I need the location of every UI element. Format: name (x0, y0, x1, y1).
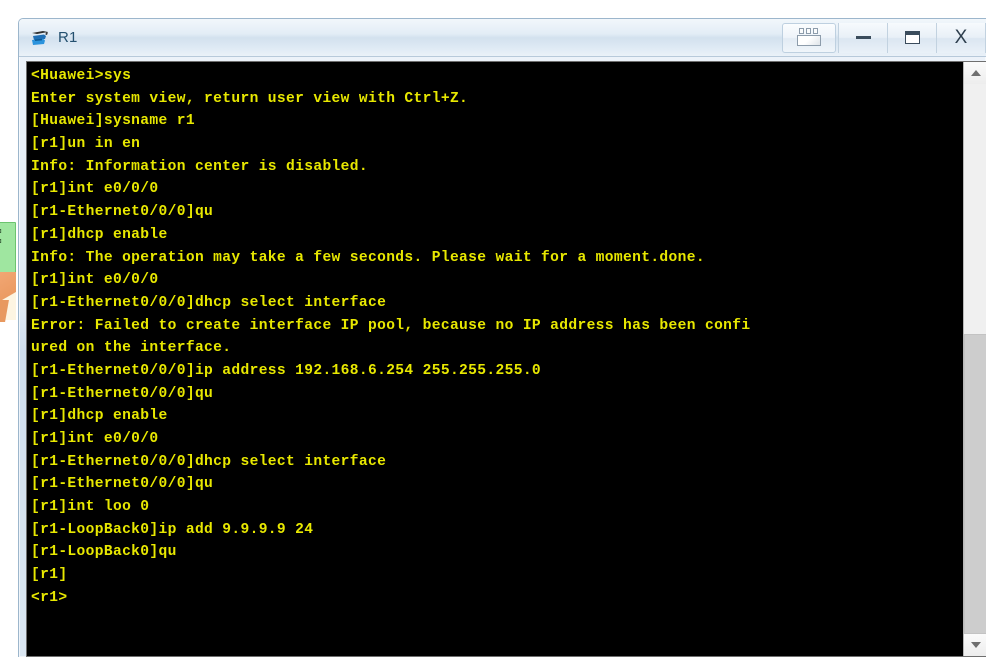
terminal-line: [Huawei]sysname r1 (31, 113, 195, 130)
terminal-line: [r1]dhcp enable (31, 408, 168, 425)
terminal-line: [r1] (31, 567, 68, 584)
terminal-scrollbar[interactable] (963, 62, 986, 656)
window-title-bar[interactable]: R1 X (19, 19, 986, 57)
terminal-line: Info: The operation may take a few secon… (31, 249, 705, 266)
terminal-line: Enter system view, return user view with… (31, 90, 469, 107)
terminal-line: [r1-Ethernet0/0/0]qu (31, 385, 214, 402)
scroll-down-icon (970, 642, 981, 648)
terminal-line: [r1]int loo 0 (31, 499, 150, 516)
terminal-output[interactable]: <Huawei>sys Enter system view, return use… (27, 62, 963, 656)
terminal-line: ured on the interface. (31, 340, 232, 357)
maximize-icon (904, 31, 920, 44)
terminal-line: [r1-Ethernet0/0/0]qu (31, 476, 214, 493)
scroll-up-icon (970, 70, 981, 76)
window-title: R1 (58, 29, 78, 46)
close-button[interactable]: X (936, 22, 986, 53)
terminal-line: Error: Failed to create interface IP poo… (31, 317, 751, 334)
terminal-line: [r1]un in en (31, 136, 141, 153)
terminal-line: [r1-Ethernet0/0/0]ip address 192.168.6.2… (31, 362, 542, 379)
terminal-line: [r1]dhcp enable (31, 226, 168, 243)
minimize-icon (855, 36, 871, 39)
terminal-line: <r1> (31, 589, 68, 606)
scrollbar-thumb[interactable] (964, 334, 986, 634)
terminal-line: [r1-LoopBack0]qu (31, 544, 177, 561)
background-app-green-panel: ⊃⊐ ⊃⊐ -◢ (0, 222, 16, 274)
close-icon: X (954, 27, 968, 48)
terminal-area: <Huawei>sys Enter system view, return use… (26, 61, 986, 657)
terminal-line: [r1-Ethernet0/0/0]dhcp select interface (31, 453, 387, 470)
scrollbar-track[interactable] (964, 84, 986, 634)
maximize-button[interactable] (887, 22, 936, 53)
terminal-line: [r1]int e0/0/0 (31, 181, 159, 198)
terminal-window: R1 X <Huawei>sys Enter system view, retur… (18, 18, 986, 657)
terminal-line: [r1]int e0/0/0 (31, 272, 159, 289)
scroll-down-button[interactable] (964, 634, 986, 656)
scroll-up-button[interactable] (964, 62, 986, 84)
terminal-line: <Huawei>sys (31, 68, 132, 84)
cascade-windows-icon (796, 28, 822, 47)
terminal-line: [r1-Ethernet0/0/0]qu (31, 204, 214, 221)
terminal-line: [r1-Ethernet0/0/0]dhcp select interface (31, 294, 387, 311)
terminal-line: [r1-LoopBack0]ip add 9.9.9.9 24 (31, 521, 314, 538)
terminal-line: [r1]int e0/0/0 (31, 431, 159, 447)
router-icon (29, 27, 51, 49)
cascade-windows-button[interactable] (782, 22, 836, 53)
terminal-line: Info: Information center is disabled. (31, 158, 368, 175)
minimize-button[interactable] (838, 22, 887, 53)
window-controls: X (782, 22, 986, 53)
